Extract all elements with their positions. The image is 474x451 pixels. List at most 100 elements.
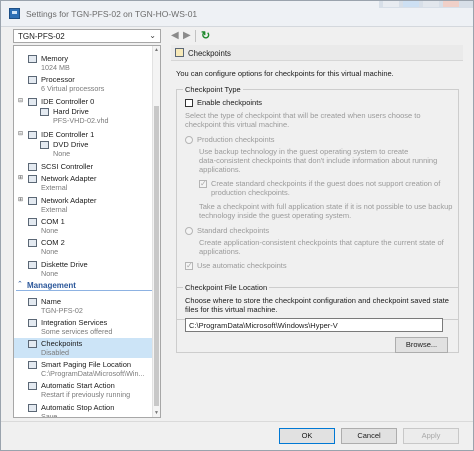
standard-fallback-checkbox[interactable] (199, 179, 207, 188)
forward-arrow-icon[interactable]: ▶ (183, 30, 191, 41)
tree-item-detail: None (41, 226, 59, 235)
scsi-controller-icon (28, 163, 37, 171)
chevron-down-icon[interactable]: ⌄ (149, 31, 156, 40)
tree-item-memory[interactable]: Memory 1024 MB (14, 53, 152, 73)
tree-item-checkpoints[interactable]: Checkpoints Disabled (14, 338, 152, 358)
integration-services-icon (28, 319, 37, 327)
checkpoint-location-title: Checkpoint File Location (183, 283, 270, 292)
management-label: Management (27, 281, 76, 290)
tree-item-name: Network Adapter (41, 174, 97, 183)
diskette-drive-icon (28, 261, 37, 269)
production-checkpoints-label: Production checkpoints (197, 135, 275, 144)
tree-item-name[interactable]: Name TGN-PFS-02 (14, 296, 152, 316)
checkpoints-panel: Checkpoints You can configure options fo… (171, 45, 463, 418)
com-port-icon (28, 218, 37, 226)
tree-item-name: Name (41, 297, 62, 306)
cancel-button[interactable]: Cancel (341, 428, 397, 444)
collapse-icon[interactable]: ⊟ (18, 130, 23, 137)
ok-button[interactable]: OK (279, 428, 335, 444)
tree-item-diskette-drive[interactable]: Diskette Drive None (14, 259, 152, 279)
tree-item-name: DVD Drive (53, 140, 89, 149)
apply-button[interactable]: Apply (403, 428, 459, 444)
name-icon (28, 298, 37, 306)
settings-tree: Memory 1024 MB Processor 6 Virtual processo… (13, 45, 161, 418)
scroll-up-icon[interactable]: ▲ (154, 47, 159, 53)
checkpoint-path-value: C:\ProgramData\Microsoft\Windows\Hyper-V (189, 321, 338, 330)
toolbar-divider (195, 30, 196, 42)
expand-icon[interactable]: ⊞ (18, 174, 23, 181)
checkpoint-path-input[interactable]: C:\ProgramData\Microsoft\Windows\Hyper-V (185, 318, 443, 332)
ide-controller-icon (28, 131, 37, 139)
enable-checkpoints-label: Enable checkpoints (197, 98, 263, 107)
section-divider (16, 290, 152, 291)
tree-item-name: SCSI Controller (41, 162, 94, 171)
hyper-v-settings-icon (9, 8, 20, 19)
tree-scrollbar[interactable]: ▲ ▼ (152, 46, 160, 417)
tree-item-name: Diskette Drive (41, 260, 88, 269)
network-adapter-icon (28, 197, 37, 205)
title-bar: Settings for TGN-PFS-02 on TGN-HO-WS-01 (1, 1, 473, 27)
tree-item-com-port[interactable]: COM 1 None (14, 216, 152, 236)
scroll-down-icon[interactable]: ▼ (154, 410, 159, 416)
tree-item-com-port[interactable]: COM 2 None (14, 237, 152, 257)
tree-item-network-adapter[interactable]: ⊞ Network Adapter External (14, 173, 152, 193)
tree-item-name: Processor (41, 75, 75, 84)
smart-paging-icon (28, 361, 37, 369)
browse-button[interactable]: Browse... (395, 337, 448, 353)
ide-controller-icon (28, 98, 37, 106)
processor-icon (28, 76, 37, 84)
tree-item-smart-paging[interactable]: Smart Paging File Location C:\ProgramData… (14, 359, 152, 379)
management-section-header[interactable]: ⌃ Management (16, 280, 152, 291)
settings-window: Settings for TGN-PFS-02 on TGN-HO-WS-01 … (0, 0, 474, 451)
host-selector-value: TGN-PFS-02 (18, 32, 65, 41)
tree-item-detail: PFS-VHD-02.vhd (53, 116, 109, 125)
tree-item-detail: 1024 MB (41, 63, 70, 72)
tree-item-automatic-stop[interactable]: Automatic Stop Action Save (14, 402, 152, 418)
refresh-icon[interactable]: ↻ (201, 29, 210, 42)
tree-item-network-adapter[interactable]: ⊞ Network Adapter External (14, 195, 152, 215)
tree-item-detail: Restart if previously running (41, 390, 131, 399)
com-port-icon (28, 239, 37, 247)
scrollbar-thumb[interactable] (154, 106, 159, 406)
automatic-checkpoints-checkbox[interactable] (185, 261, 193, 270)
tree-item-name: Network Adapter (41, 196, 97, 205)
window-title: Settings for TGN-PFS-02 on TGN-HO-WS-01 (26, 9, 198, 19)
back-arrow-icon[interactable]: ◀ (171, 30, 179, 41)
checkpoints-icon (28, 340, 37, 348)
automatic-start-icon (28, 382, 37, 390)
tree-item-integration-services[interactable]: Integration Services Some services offere… (14, 317, 152, 337)
location-desc-2: files for this virtual machine. (185, 305, 278, 314)
tree-item-detail: None (41, 269, 59, 278)
automatic-stop-icon (28, 404, 37, 412)
enable-checkpoints-checkbox[interactable] (185, 99, 193, 107)
network-adapter-icon (28, 175, 37, 183)
tree-item-name: Hard Drive (53, 107, 89, 116)
tree-item-detail: None (41, 247, 59, 256)
tree-item-detail: TGN-PFS-02 (41, 306, 83, 315)
tree-item-automatic-start[interactable]: Automatic Start Action Restart if previou… (14, 380, 152, 400)
tree-item-detail: External (41, 205, 68, 214)
standard-checkpoints-radio[interactable] (185, 227, 193, 235)
tree-item-detail: Save (41, 412, 58, 418)
hard-drive-icon (40, 108, 49, 116)
host-selector[interactable]: TGN-PFS-02 ⌄ (13, 29, 161, 43)
panel-title: Checkpoints (188, 49, 231, 58)
tree-item-dvd-drive[interactable]: DVD Drive None (14, 139, 152, 159)
standard-checkpoints-label: Standard checkpoints (197, 226, 270, 235)
tree-item-scsi-controller[interactable]: SCSI Controller (14, 161, 152, 172)
tree-item-name: IDE Controller 1 (41, 130, 95, 139)
tree-item-detail: 6 Virtual processors (41, 84, 105, 93)
tree-item-name: Memory (41, 54, 69, 63)
collapse-icon[interactable]: ⊟ (18, 97, 23, 104)
take-checkpoint-text-2: technology inside the guest operating sy… (199, 211, 352, 220)
tree-item-detail: Some services offered (41, 327, 113, 336)
expand-icon[interactable]: ⊞ (18, 196, 23, 203)
production-checkpoints-radio[interactable] (185, 136, 193, 144)
tree-item-processor[interactable]: Processor 6 Virtual processors (14, 74, 152, 94)
tree-item-name: Automatic Start Action (41, 381, 115, 390)
chevron-up-icon[interactable]: ⌃ (17, 280, 23, 288)
tree-item-name: Checkpoints (41, 339, 83, 348)
checkpoint-type-title: Checkpoint Type (183, 85, 243, 94)
tree-item-hard-drive[interactable]: Hard Drive PFS-VHD-02.vhd (14, 106, 152, 126)
tree-item-detail: C:\ProgramData\Microsoft\Win... (41, 369, 145, 378)
